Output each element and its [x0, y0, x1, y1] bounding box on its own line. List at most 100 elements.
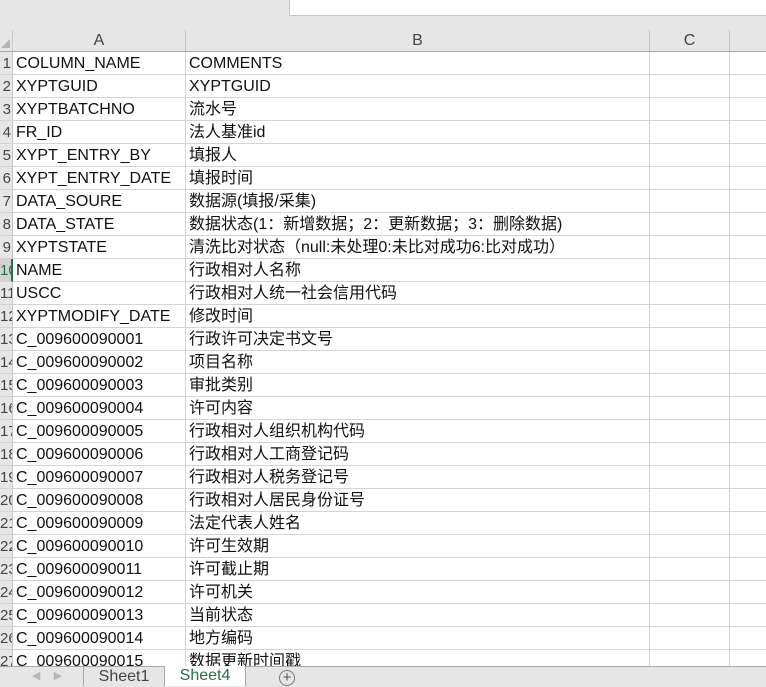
cell-column-b[interactable]: XYPTGUID: [186, 75, 650, 98]
cell-column-b[interactable]: 行政许可决定书文号: [186, 328, 650, 351]
cell-column-b[interactable]: 数据更新时间戳: [186, 650, 650, 666]
row-header[interactable]: 20: [0, 489, 13, 512]
cell-column-d[interactable]: [730, 351, 766, 374]
cell-column-c[interactable]: [650, 52, 730, 75]
cell-column-b[interactable]: 行政相对人居民身份证号: [186, 489, 650, 512]
cell-column-c[interactable]: [650, 443, 730, 466]
tab-sheet1[interactable]: Sheet1: [83, 667, 165, 686]
cell-column-b[interactable]: 修改时间: [186, 305, 650, 328]
cell-column-a[interactable]: C_009600090008: [13, 489, 186, 512]
cell-column-b[interactable]: 地方编码: [186, 627, 650, 650]
cell-column-d[interactable]: [730, 236, 766, 259]
row-header[interactable]: 19: [0, 466, 13, 489]
cell-column-d[interactable]: [730, 167, 766, 190]
cell-column-d[interactable]: [730, 98, 766, 121]
row-header[interactable]: 6: [0, 167, 13, 190]
cell-column-d[interactable]: [730, 512, 766, 535]
cell-column-a[interactable]: USCC: [13, 282, 186, 305]
row-header[interactable]: 10: [0, 259, 13, 282]
row-header[interactable]: 24: [0, 581, 13, 604]
cell-column-a[interactable]: C_009600090010: [13, 535, 186, 558]
row-header[interactable]: 22: [0, 535, 13, 558]
tab-sheet4[interactable]: Sheet4: [165, 666, 246, 686]
cell-column-a[interactable]: DATA_STATE: [13, 213, 186, 236]
cell-column-c[interactable]: [650, 627, 730, 650]
cell-column-d[interactable]: [730, 443, 766, 466]
cell-column-a[interactable]: XYPTSTATE: [13, 236, 186, 259]
cell-column-d[interactable]: [730, 397, 766, 420]
cell-column-d[interactable]: [730, 144, 766, 167]
cell-column-d[interactable]: [730, 282, 766, 305]
cell-column-a[interactable]: C_009600090003: [13, 374, 186, 397]
cell-column-b[interactable]: 行政相对人统一社会信用代码: [186, 282, 650, 305]
row-header[interactable]: 26: [0, 627, 13, 650]
row-header[interactable]: 21: [0, 512, 13, 535]
cell-column-c[interactable]: [650, 489, 730, 512]
row-header[interactable]: 17: [0, 420, 13, 443]
cell-column-c[interactable]: [650, 581, 730, 604]
cell-column-a[interactable]: C_009600090005: [13, 420, 186, 443]
cell-column-d[interactable]: [730, 52, 766, 75]
cell-column-d[interactable]: [730, 627, 766, 650]
cell-column-d[interactable]: [730, 581, 766, 604]
cell-column-c[interactable]: [650, 144, 730, 167]
cell-column-a[interactable]: XYPTBATCHNO: [13, 98, 186, 121]
cell-column-a[interactable]: C_009600090012: [13, 581, 186, 604]
cell-column-a[interactable]: C_009600090004: [13, 397, 186, 420]
cell-column-d[interactable]: [730, 374, 766, 397]
row-header[interactable]: 1: [0, 52, 13, 75]
row-header[interactable]: 3: [0, 98, 13, 121]
row-header[interactable]: 4: [0, 121, 13, 144]
cell-column-b[interactable]: 行政相对人组织机构代码: [186, 420, 650, 443]
cell-column-c[interactable]: [650, 190, 730, 213]
cell-column-b[interactable]: 许可机关: [186, 581, 650, 604]
cell-column-a[interactable]: C_009600090011: [13, 558, 186, 581]
cell-column-b[interactable]: 行政相对人名称: [186, 259, 650, 282]
row-header[interactable]: 18: [0, 443, 13, 466]
cell-column-c[interactable]: [650, 236, 730, 259]
cell-column-c[interactable]: [650, 397, 730, 420]
cell-column-a[interactable]: NAME: [13, 259, 186, 282]
cell-column-a[interactable]: C_009600090002: [13, 351, 186, 374]
cell-column-d[interactable]: [730, 466, 766, 489]
cell-column-c[interactable]: [650, 121, 730, 144]
cell-column-b[interactable]: 清洗比对状态（null:未处理0:未比对成功6:比对成功）: [186, 236, 650, 259]
column-header-b[interactable]: B: [186, 30, 650, 51]
cell-column-c[interactable]: [650, 259, 730, 282]
cell-column-d[interactable]: [730, 259, 766, 282]
cell-column-b[interactable]: 填报时间: [186, 167, 650, 190]
cell-column-b[interactable]: 填报人: [186, 144, 650, 167]
next-sheet-icon[interactable]: ▶: [52, 669, 64, 682]
cell-column-c[interactable]: [650, 650, 730, 666]
cell-column-b[interactable]: 法人基准id: [186, 121, 650, 144]
cell-column-d[interactable]: [730, 489, 766, 512]
cell-column-a[interactable]: XYPT_ENTRY_BY: [13, 144, 186, 167]
column-header-a[interactable]: A: [13, 30, 186, 51]
cell-column-c[interactable]: [650, 75, 730, 98]
cell-column-b[interactable]: 审批类别: [186, 374, 650, 397]
cell-column-d[interactable]: [730, 328, 766, 351]
cell-column-a[interactable]: FR_ID: [13, 121, 186, 144]
row-header[interactable]: 13: [0, 328, 13, 351]
cell-column-a[interactable]: C_009600090013: [13, 604, 186, 627]
row-header[interactable]: 9: [0, 236, 13, 259]
row-header[interactable]: 2: [0, 75, 13, 98]
row-header[interactable]: 7: [0, 190, 13, 213]
cell-column-a[interactable]: DATA_SOURE: [13, 190, 186, 213]
cell-column-a[interactable]: C_009600090014: [13, 627, 186, 650]
cell-column-a[interactable]: XYPT_ENTRY_DATE: [13, 167, 186, 190]
cell-column-c[interactable]: [650, 420, 730, 443]
cell-column-d[interactable]: [730, 121, 766, 144]
cell-column-a[interactable]: C_009600090015: [13, 650, 186, 666]
row-header[interactable]: 25: [0, 604, 13, 627]
cell-column-a[interactable]: C_009600090001: [13, 328, 186, 351]
cell-column-b[interactable]: 行政相对人工商登记码: [186, 443, 650, 466]
cell-column-d[interactable]: [730, 535, 766, 558]
cell-column-d[interactable]: [730, 75, 766, 98]
row-header[interactable]: 14: [0, 351, 13, 374]
cell-column-b[interactable]: 数据源(填报/采集): [186, 190, 650, 213]
row-header[interactable]: 15: [0, 374, 13, 397]
cell-column-a[interactable]: XYPTGUID: [13, 75, 186, 98]
row-header[interactable]: 12: [0, 305, 13, 328]
cell-column-b[interactable]: 行政相对人税务登记号: [186, 466, 650, 489]
